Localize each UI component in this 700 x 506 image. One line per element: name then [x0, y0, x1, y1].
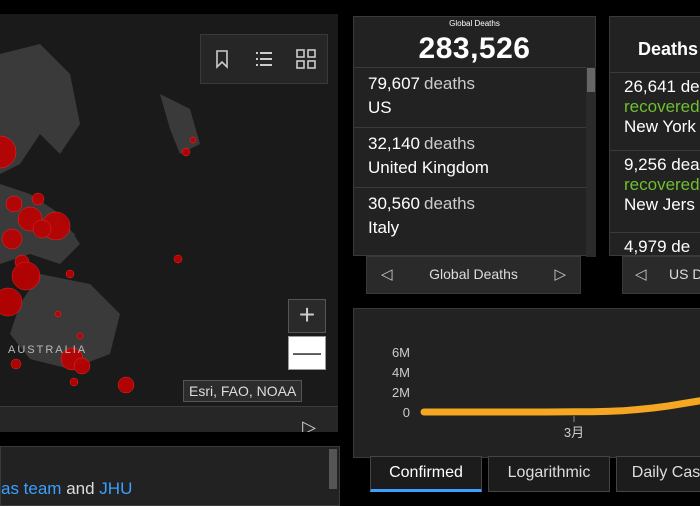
- us-deaths-panel: Deaths 26,641 de recovered New York 9,25…: [609, 16, 700, 256]
- map-view[interactable]: + — AUSTRALIA Esri, FAO, NOAA ▷: [0, 14, 338, 432]
- us-nav-label: US D: [669, 266, 700, 282]
- credits-text: as team and JHU: [1, 479, 132, 499]
- list-item[interactable]: 79,607 deaths US: [354, 67, 586, 124]
- scrollbar[interactable]: [329, 449, 337, 489]
- region-label: AUSTRALIA: [8, 344, 88, 356]
- death-unit: deaths: [424, 74, 476, 93]
- state-name: New York: [624, 117, 696, 136]
- list-item[interactable]: 30,560 deaths Italy: [354, 187, 586, 244]
- death-count: 79,607: [368, 74, 420, 93]
- list-icon[interactable]: [250, 45, 278, 73]
- y-tick-label: 4M: [392, 365, 410, 380]
- scrollbar[interactable]: [586, 67, 596, 257]
- next-arrow-icon[interactable]: ▷: [302, 417, 316, 432]
- jhu-link[interactable]: JHU: [99, 479, 132, 498]
- credits-panel: as team and JHU: [0, 446, 340, 506]
- zoom-in-button[interactable]: +: [288, 299, 326, 333]
- state-name: New Jers: [624, 195, 695, 214]
- map-toolbar: [200, 34, 328, 84]
- death-count: 30,560: [368, 194, 420, 213]
- death-count: 4,979 de: [624, 237, 691, 256]
- country-name: Italy: [368, 218, 400, 237]
- qr-grid-icon[interactable]: [292, 45, 320, 73]
- us-deaths-title: Deaths: [638, 39, 699, 59]
- death-count: 9,256 dea: [624, 155, 700, 174]
- country-name: United Kingdom: [368, 158, 489, 177]
- cases-chart: 6M 4M 2M 0 3月: [392, 345, 700, 440]
- death-unit: deaths: [424, 134, 476, 153]
- tab-daily-cases[interactable]: Daily Cas: [616, 456, 700, 492]
- global-deaths-panel: Global Deaths 283,526 79,607 deaths US 32…: [353, 16, 596, 257]
- recovered-label: recovered: [624, 97, 700, 116]
- team-link[interactable]: as team: [1, 479, 61, 498]
- recovered-label: recovered: [624, 175, 700, 194]
- cases-chart-panel: 6M 4M 2M 0 3月: [353, 308, 700, 458]
- zoom-out-button[interactable]: —: [288, 336, 326, 370]
- death-unit: deaths: [424, 194, 476, 213]
- global-deaths-total: 283,526: [418, 32, 531, 65]
- death-count: 32,140: [368, 134, 420, 153]
- list-item[interactable]: 26,641 de recovered New York: [610, 72, 700, 141]
- map-footer-bar: ▷: [0, 406, 338, 432]
- global-deaths-title: Global Deaths: [449, 19, 500, 28]
- y-tick-label: 6M: [392, 345, 410, 360]
- death-count: 26,641 de: [624, 77, 700, 96]
- global-nav-bar: ◁ Global Deaths ▷: [366, 256, 581, 294]
- country-name: US: [368, 98, 392, 117]
- list-item[interactable]: 32,140 deaths United Kingdom: [354, 127, 586, 184]
- map-attribution: Esri, FAO, NOAA: [183, 380, 303, 402]
- tab-confirmed[interactable]: Confirmed: [370, 456, 482, 492]
- credits-conjunction: and: [61, 479, 100, 498]
- y-tick-label: 0: [403, 405, 410, 420]
- bookmark-icon[interactable]: [208, 45, 236, 73]
- tab-logarithmic[interactable]: Logarithmic: [488, 456, 610, 492]
- series-line: [420, 397, 700, 416]
- y-tick-label: 2M: [392, 385, 410, 400]
- global-nav-label: Global Deaths: [429, 266, 518, 282]
- prev-arrow-icon[interactable]: ◁: [635, 265, 647, 283]
- us-nav-bar: ◁ US D: [622, 256, 700, 294]
- x-tick-label: 3月: [564, 425, 584, 440]
- next-arrow-icon[interactable]: ▷: [554, 265, 566, 283]
- list-item[interactable]: 9,256 dea recovered New Jers: [610, 150, 700, 219]
